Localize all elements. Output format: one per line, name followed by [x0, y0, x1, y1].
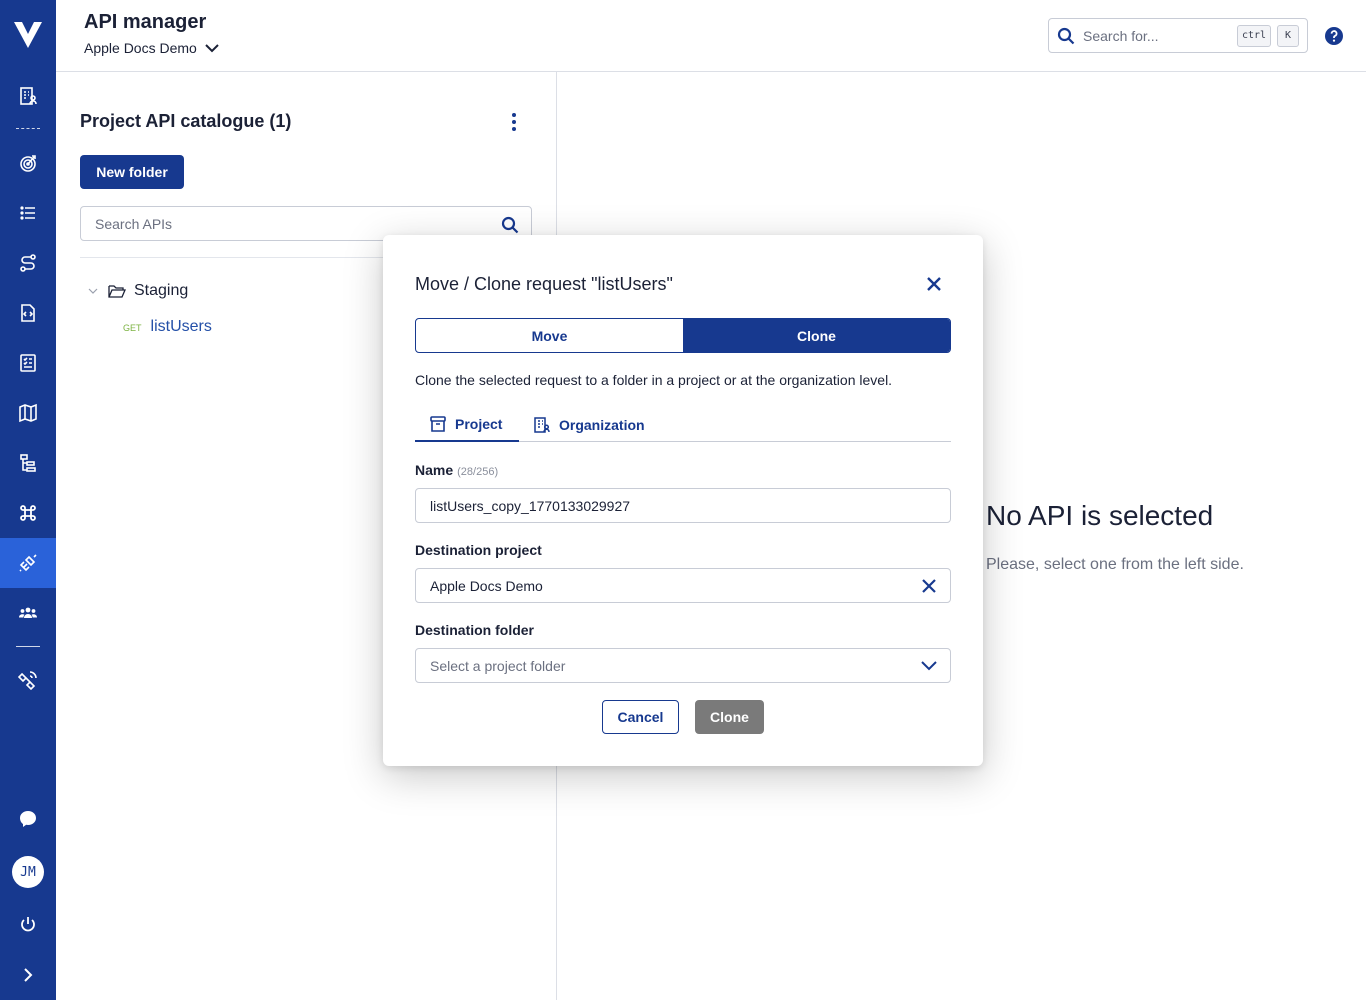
name-counter: (28/256) [457, 466, 499, 478]
tab-organization-label: Organization [559, 416, 645, 433]
tab-project[interactable]: Project [415, 407, 519, 442]
name-input[interactable]: listUsers_copy_1770133029927 [415, 488, 951, 523]
destination-project-value: Apple Docs Demo [430, 577, 543, 594]
destination-folder-select[interactable]: Select a project folder [415, 648, 951, 683]
tab-project-label: Project [455, 415, 503, 432]
archive-box-icon [430, 415, 446, 432]
destination-folder-placeholder: Select a project folder [430, 657, 566, 674]
move-clone-dialog: Move / Clone request "listUsers" Move Cl… [383, 235, 983, 766]
mode-toggle: Move Clone [415, 318, 951, 353]
tab-organization[interactable]: Organization [533, 407, 645, 442]
destination-project-select[interactable]: Apple Docs Demo [415, 568, 951, 603]
org-building-icon [534, 416, 550, 433]
clear-icon[interactable] [920, 577, 938, 595]
clone-tab[interactable]: Clone [683, 319, 950, 352]
name-label-text: Name [415, 462, 454, 478]
destination-folder-label: Destination folder [415, 622, 535, 638]
dialog-description: Clone the selected request to a folder i… [415, 372, 893, 388]
clone-button[interactable]: Clone [695, 700, 764, 734]
cancel-button[interactable]: Cancel [602, 700, 679, 734]
name-label: Name (28/256) [415, 462, 498, 478]
move-tab[interactable]: Move [416, 319, 683, 352]
name-input-value: listUsers_copy_1770133029927 [430, 497, 631, 514]
chevron-down-icon [921, 661, 937, 671]
scope-tabs: Project Organization [415, 407, 951, 442]
dialog-title: Move / Clone request "listUsers" [415, 274, 673, 294]
close-icon[interactable] [923, 273, 945, 295]
destination-project-label: Destination project [415, 542, 542, 558]
